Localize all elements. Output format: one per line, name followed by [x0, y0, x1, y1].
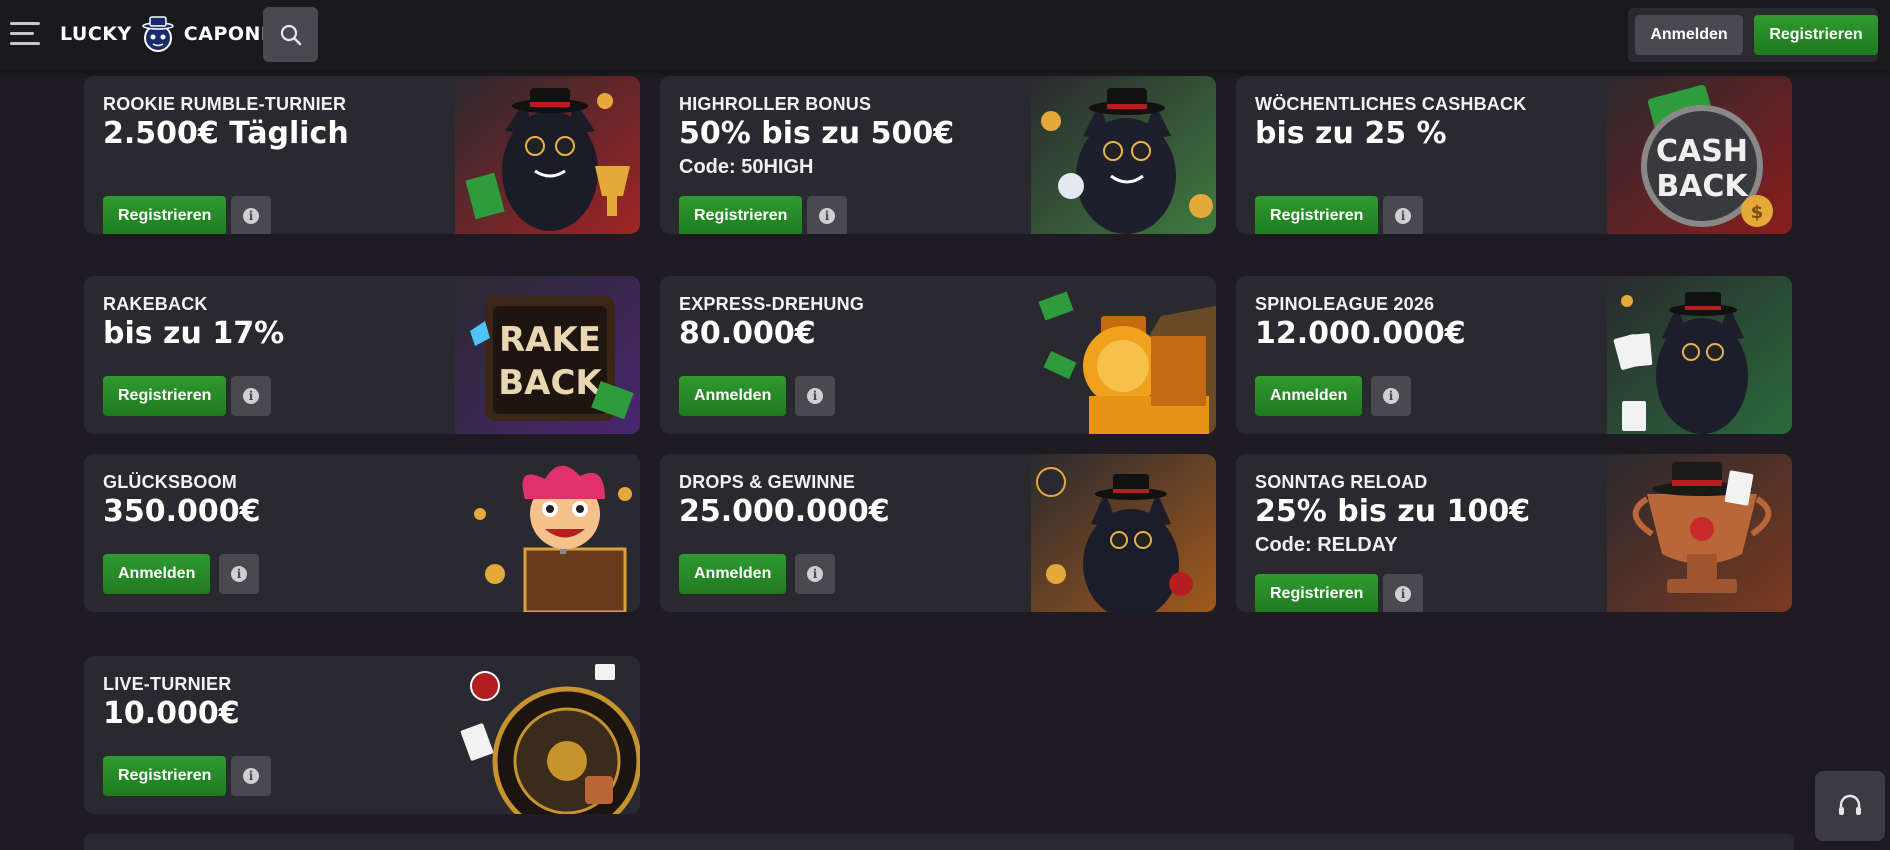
promo-card: SPINOLEAGUE 2026 12.000.000€ Anmelden i [1236, 276, 1792, 434]
promo-info-button[interactable]: i [219, 554, 259, 594]
promo-value: 2.500€ Täglich [103, 116, 349, 151]
promo-value: 10.000€ [103, 696, 240, 731]
promo-register-button[interactable]: Registrieren [1255, 574, 1379, 612]
promo-illustration [1031, 276, 1216, 434]
menu-line [10, 32, 34, 35]
promo-value: 50% bis zu 500€ [679, 116, 955, 151]
promo-value: 25% bis zu 100€ [1255, 494, 1531, 529]
search-icon [280, 24, 301, 45]
info-icon: i [1395, 586, 1411, 602]
headset-icon [1839, 794, 1861, 815]
svg-text:BACK: BACK [1656, 169, 1749, 204]
promo-info-button[interactable]: i [1371, 376, 1411, 416]
promo-info-button[interactable]: i [807, 196, 847, 234]
promo-title: GLÜCKSBOOM [103, 472, 237, 492]
promo-info-button[interactable]: i [1383, 574, 1423, 612]
site-logo[interactable]: LUCKY CAPONE [60, 14, 274, 54]
promo-code: Code: 50HIGH [679, 156, 814, 178]
promo-info-button[interactable]: i [1383, 196, 1423, 234]
promo-title: SPINOLEAGUE 2026 [1255, 294, 1435, 314]
promo-info-button[interactable]: i [795, 376, 835, 416]
promo-title: HIGHROLLER BONUS [679, 94, 872, 114]
promo-card: RAKE BACK RAKEBACK bis zu 17% Registrieren i [84, 276, 640, 434]
promo-login-button[interactable]: Anmelden [103, 554, 211, 594]
promo-title: RAKEBACK [103, 294, 208, 314]
login-button[interactable]: Anmelden [1635, 15, 1743, 55]
promo-illustration [1607, 276, 1792, 434]
promo-illustration [455, 76, 640, 234]
svg-text:BACK: BACK [498, 363, 603, 403]
promo-title: EXPRESS-DREHUNG [679, 294, 865, 314]
promo-value: 12.000.000€ [1255, 316, 1466, 351]
promo-illustration: CASH BACK $ [1607, 76, 1792, 234]
promo-illustration [455, 454, 640, 612]
menu-line [10, 22, 40, 25]
svg-text:CASH: CASH [1656, 134, 1748, 169]
promo-illustration [1031, 76, 1216, 234]
search-button[interactable] [263, 7, 318, 62]
promo-info-button[interactable]: i [231, 756, 271, 796]
promo-card: LIVE-TURNIER 10.000€ Registrieren i [84, 656, 640, 814]
promo-card: GLÜCKSBOOM 350.000€ Anmelden i [84, 454, 640, 612]
info-icon: i [807, 566, 823, 582]
auth-button-group: Anmelden Registrieren [1628, 8, 1878, 62]
mascot-logo-icon [142, 16, 174, 52]
promo-card: ROOKIE RUMBLE-TURNIER 2.500€ Täglich Regis… [84, 76, 640, 234]
promo-card: DROPS & GEWINNE 25.000.000€ Anmelden i [660, 454, 1216, 612]
promo-card: SONNTAG RELOAD 25% bis zu 100€ Code: RELDA… [1236, 454, 1792, 612]
info-icon: i [243, 768, 259, 784]
bottom-content-panel [84, 834, 1794, 850]
promo-register-button[interactable]: Registrieren [679, 196, 803, 234]
register-button[interactable]: Registrieren [1754, 15, 1878, 55]
promo-register-button[interactable]: Registrieren [1255, 196, 1379, 234]
promo-title: WÖCHENTLICHES CASHBACK [1255, 94, 1527, 114]
top-navigation-bar: LUCKY CAPONE Anmelden Registrieren [0, 0, 1890, 70]
logo-word-right: CAPONE [183, 23, 275, 45]
svg-text:$: $ [1751, 202, 1764, 223]
promo-register-button[interactable]: Registrieren [103, 376, 227, 416]
info-icon: i [243, 208, 259, 224]
promo-info-button[interactable]: i [231, 196, 271, 234]
info-icon: i [1383, 388, 1399, 404]
promo-code: Code: RELDAY [1255, 534, 1398, 556]
promo-illustration [455, 656, 640, 814]
promo-illustration: RAKE BACK [455, 276, 640, 434]
promo-value: 25.000.000€ [679, 494, 890, 529]
promo-title: SONNTAG RELOAD [1255, 472, 1428, 492]
promo-login-button[interactable]: Anmelden [1255, 376, 1363, 416]
info-icon: i [819, 208, 835, 224]
promo-card: HIGHROLLER BONUS 50% bis zu 500€ Code: 50H… [660, 76, 1216, 234]
info-icon: i [243, 388, 259, 404]
promo-register-button[interactable]: Registrieren [103, 756, 227, 796]
hamburger-menu-icon[interactable] [10, 20, 40, 46]
svg-text:RAKE: RAKE [499, 320, 601, 360]
promo-illustration [1031, 454, 1216, 612]
promo-login-button[interactable]: Anmelden [679, 554, 787, 594]
promo-value: 350.000€ [103, 494, 261, 529]
logo-word-left: LUCKY [60, 23, 132, 45]
promo-info-button[interactable]: i [231, 376, 271, 416]
promo-card: CASH BACK $ WÖCHENTLICHES CASHBACK bis zu 25… [1236, 76, 1792, 234]
promo-value: 80.000€ [679, 316, 816, 351]
info-icon: i [807, 388, 823, 404]
info-icon: i [1395, 208, 1411, 224]
promo-info-button[interactable]: i [795, 554, 835, 594]
promo-title: LIVE-TURNIER [103, 674, 232, 694]
info-icon: i [231, 566, 247, 582]
promo-value: bis zu 17% [103, 316, 285, 351]
menu-line [10, 42, 40, 45]
promo-value: bis zu 25 % [1255, 116, 1447, 151]
promo-illustration [1607, 454, 1792, 612]
promo-title: ROOKIE RUMBLE-TURNIER [103, 94, 347, 114]
support-chat-button[interactable] [1815, 771, 1885, 841]
promo-login-button[interactable]: Anmelden [679, 376, 787, 416]
promo-card: EXPRESS-DREHUNG 80.000€ Anmelden i [660, 276, 1216, 434]
promo-register-button[interactable]: Registrieren [103, 196, 227, 234]
promo-title: DROPS & GEWINNE [679, 472, 856, 492]
